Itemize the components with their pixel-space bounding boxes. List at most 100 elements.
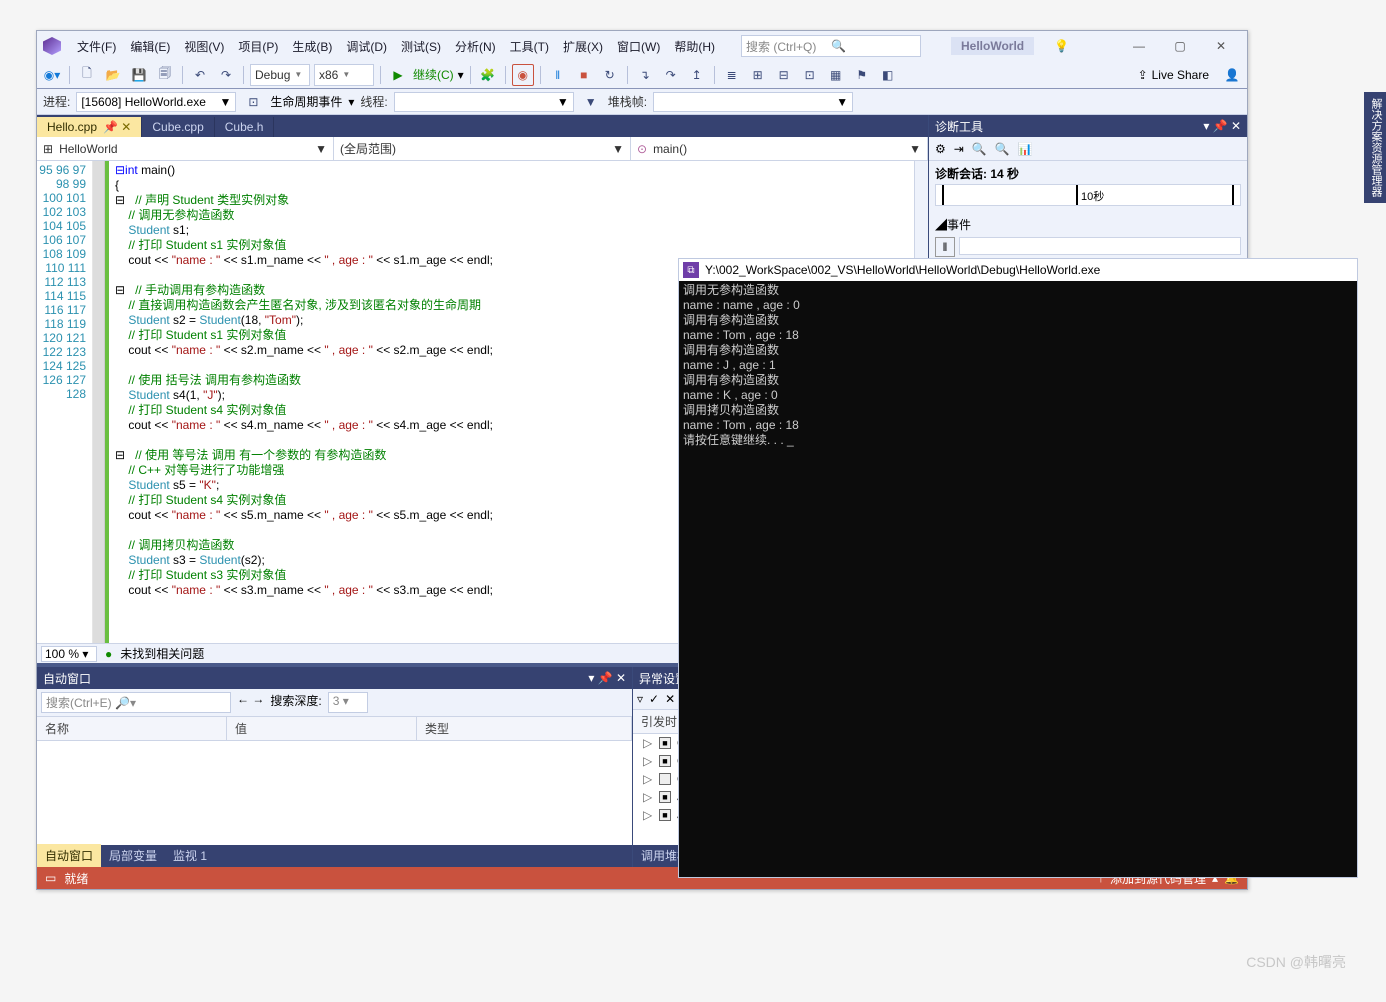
t6-icon[interactable]: ⚑	[851, 64, 873, 86]
redo-icon[interactable]: ↷	[215, 64, 237, 86]
autos-list[interactable]	[37, 741, 632, 845]
save-all-icon[interactable]: 🗐	[154, 64, 176, 86]
menu-item[interactable]: 帮助(H)	[668, 36, 721, 57]
file-tab[interactable]: Hello.cpp 📌 ✕	[37, 117, 142, 137]
menu-item[interactable]: 编辑(E)	[124, 36, 176, 57]
stack-label: 堆栈帧:	[608, 93, 647, 110]
file-tab[interactable]: Cube.cpp	[142, 117, 214, 137]
restart-icon[interactable]: ↻	[599, 64, 621, 86]
menu-item[interactable]: 扩展(X)	[557, 36, 609, 57]
life-events-icon[interactable]: ⊡	[242, 91, 264, 113]
autos-pin-icon[interactable]: ▾ 📌 ✕	[588, 671, 626, 685]
export-icon[interactable]: ⇥	[954, 142, 964, 156]
depth-input[interactable]: 3 ▾	[328, 692, 368, 713]
toggle2-icon[interactable]: ✕	[665, 692, 675, 706]
file-tab[interactable]: Cube.h	[215, 117, 275, 137]
menu-item[interactable]: 生成(B)	[286, 36, 338, 57]
thread-dropdown[interactable]: ▼	[394, 92, 574, 112]
step-into-icon[interactable]: ↴	[634, 64, 656, 86]
attach-icon[interactable]: 🧩	[477, 64, 499, 86]
undo-icon[interactable]: ↶	[189, 64, 211, 86]
status-ready: 就绪	[64, 870, 88, 887]
scope2-dropdown[interactable]: (全局范围)▼	[334, 137, 631, 160]
config-dropdown[interactable]: Debug▼	[250, 64, 310, 86]
open-icon[interactable]: 📂	[102, 64, 124, 86]
maximize-button[interactable]: ▢	[1160, 34, 1200, 58]
toggle1-icon[interactable]: ✓	[649, 692, 659, 706]
filter-toggle-icon[interactable]: ▿	[637, 692, 643, 706]
scope-dropdown[interactable]: ⊞HelloWorld▼	[37, 137, 334, 160]
events-label: ◢事件	[935, 216, 1241, 233]
account-icon[interactable]: 👤	[1221, 64, 1243, 86]
menu-item[interactable]: 测试(S)	[395, 36, 447, 57]
feedback-icon[interactable]: 💡	[1054, 39, 1069, 53]
zoom-out-icon[interactable]: 🔍	[995, 142, 1010, 156]
live-share[interactable]: ⇪ Live Share	[1130, 68, 1217, 82]
zoom-in-icon[interactable]: 🔍	[972, 142, 987, 156]
menu-item[interactable]: 文件(F)	[71, 36, 122, 57]
issues-text: 未找到相关问题	[120, 645, 204, 662]
menu-item[interactable]: 窗口(W)	[611, 36, 666, 57]
diag-body: 诊断会话: 14 秒 10秒 ◢事件 ‖	[929, 161, 1247, 261]
debug-toolbar: 进程: [15608] HelloWorld.exe▼ ⊡生命周期事件▾ 线程:…	[37, 89, 1247, 115]
search-icon[interactable]: 🔍	[831, 39, 916, 53]
file-tabs: Hello.cpp 📌 ✕Cube.cppCube.h	[37, 115, 928, 137]
main-menu: 文件(F)编辑(E)视图(V)项目(P)生成(B)调试(D)测试(S)分析(N)…	[71, 36, 721, 57]
platform-dropdown[interactable]: x86▼	[314, 64, 374, 86]
project-name: HelloWorld	[951, 37, 1034, 55]
ok-icon: ●	[105, 647, 112, 661]
timeline[interactable]: 10秒	[935, 184, 1241, 206]
pin-icon[interactable]: ▾ 📌 ✕	[1203, 119, 1241, 133]
bottom-tab[interactable]: 局部变量	[101, 844, 165, 867]
autos-search[interactable]: 搜索(Ctrl+E) 🔎▾	[41, 692, 231, 713]
func-dropdown[interactable]: ⊙main()▼	[631, 137, 928, 160]
stack-dropdown[interactable]: ▼	[653, 92, 853, 112]
graph-icon[interactable]: 📊	[1018, 142, 1033, 156]
continue-button[interactable]: ▶	[387, 64, 409, 86]
session-label: 诊断会话: 14 秒	[935, 165, 1241, 182]
title-bar: 文件(F)编辑(E)视图(V)项目(P)生成(B)调试(D)测试(S)分析(N)…	[37, 31, 1247, 61]
menu-item[interactable]: 分析(N)	[449, 36, 502, 57]
zoom[interactable]: 100 % ▾	[41, 646, 97, 662]
process-dropdown[interactable]: [15608] HelloWorld.exe▼	[76, 92, 236, 112]
pause-icon[interactable]: ‖	[547, 64, 569, 86]
console-title[interactable]: ⧉ Y:\002_WorkSpace\002_VS\HelloWorld\Hel…	[679, 259, 1357, 281]
bottom-tab[interactable]: 自动窗口	[37, 844, 101, 867]
process-label: 进程:	[43, 93, 70, 110]
window-icon: ▭	[45, 871, 56, 885]
console-icon: ⧉	[683, 262, 699, 278]
minimize-button[interactable]: —	[1119, 34, 1159, 58]
menu-item[interactable]: 调试(D)	[340, 36, 393, 57]
bottom-tab[interactable]: 监视 1	[165, 844, 215, 867]
t4-icon[interactable]: ⊡	[799, 64, 821, 86]
t1-icon[interactable]: ≣	[721, 64, 743, 86]
step-over-icon[interactable]: ↷	[660, 64, 682, 86]
console-window: ⧉ Y:\002_WorkSpace\002_VS\HelloWorld\Hel…	[678, 258, 1358, 878]
step-out-icon[interactable]: ↥	[686, 64, 708, 86]
new-file-icon[interactable]: 🗋	[76, 64, 98, 86]
solution-explorer-tab[interactable]: 解决方案资源管理器	[1364, 92, 1386, 203]
autos-panel: 自动窗口▾ 📌 ✕ 搜索(Ctrl+E) 🔎▾ ← → 搜索深度: 3 ▾ 名称…	[37, 667, 633, 867]
menu-item[interactable]: 视图(V)	[178, 36, 230, 57]
autos-tabstrip: 自动窗口局部变量监视 1	[37, 845, 632, 867]
pause-events-icon[interactable]: ‖	[935, 237, 955, 257]
t5-icon[interactable]: ▦	[825, 64, 847, 86]
close-button[interactable]: ✕	[1201, 34, 1241, 58]
depth-label: 搜索深度:	[270, 692, 321, 713]
menu-item[interactable]: 工具(T)	[504, 36, 555, 57]
save-icon[interactable]: 💾	[128, 64, 150, 86]
stop-icon[interactable]: ■	[573, 64, 595, 86]
filter-icon[interactable]: ▼	[580, 91, 602, 113]
menu-item[interactable]: 项目(P)	[232, 36, 284, 57]
t2-icon[interactable]: ⊞	[747, 64, 769, 86]
screenshot-icon[interactable]: ◉	[512, 64, 534, 86]
search-box[interactable]: 搜索 (Ctrl+Q)🔍	[741, 35, 921, 57]
t7-icon[interactable]: ◧	[877, 64, 899, 86]
t3-icon[interactable]: ⊟	[773, 64, 795, 86]
search-placeholder: 搜索 (Ctrl+Q)	[746, 38, 831, 55]
tick-label: 10秒	[1081, 188, 1104, 204]
settings-icon[interactable]: ⚙	[935, 142, 946, 156]
margin	[93, 161, 105, 643]
window-controls: — ▢ ✕	[1119, 34, 1241, 58]
nav-back-icon[interactable]: ◉▾	[41, 64, 63, 86]
